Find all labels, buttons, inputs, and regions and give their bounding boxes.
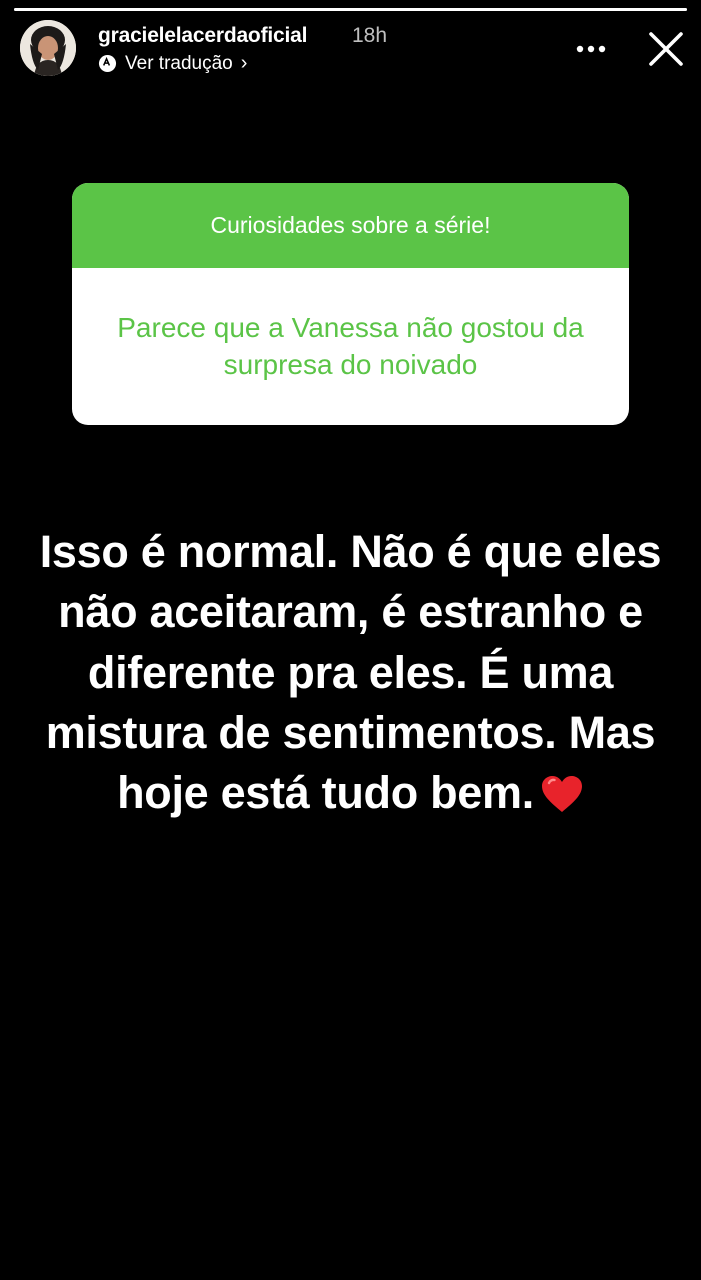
- question-sticker: Curiosidades sobre a série! Parece que a…: [72, 183, 629, 425]
- avatar[interactable]: [20, 20, 76, 76]
- close-icon[interactable]: [645, 28, 687, 70]
- red-heart-icon: [541, 776, 582, 813]
- chevron-right-icon: ›: [240, 52, 248, 74]
- story-progress-fill: [14, 8, 687, 11]
- story-timestamp: 18h: [352, 24, 388, 47]
- story-username[interactable]: gracielelacerdaoficial: [98, 24, 307, 48]
- question-sticker-question: Parece que a Vanessa não gostou da surpr…: [117, 311, 584, 380]
- see-translation-link[interactable]: Ver tradução ›: [98, 52, 247, 75]
- see-translation-label: Ver tradução: [125, 52, 233, 74]
- more-horizontal-icon[interactable]: [573, 34, 609, 64]
- translate-icon: [98, 54, 117, 73]
- avatar-photo: [20, 20, 76, 76]
- story-progress-bar: [14, 8, 687, 11]
- story-header: gracielelacerdaoficial 18h Ver tradução …: [20, 20, 687, 80]
- answer-text-block: Isso é normal. Não é que eles não aceita…: [30, 522, 671, 823]
- question-sticker-header: Curiosidades sobre a série!: [72, 183, 629, 268]
